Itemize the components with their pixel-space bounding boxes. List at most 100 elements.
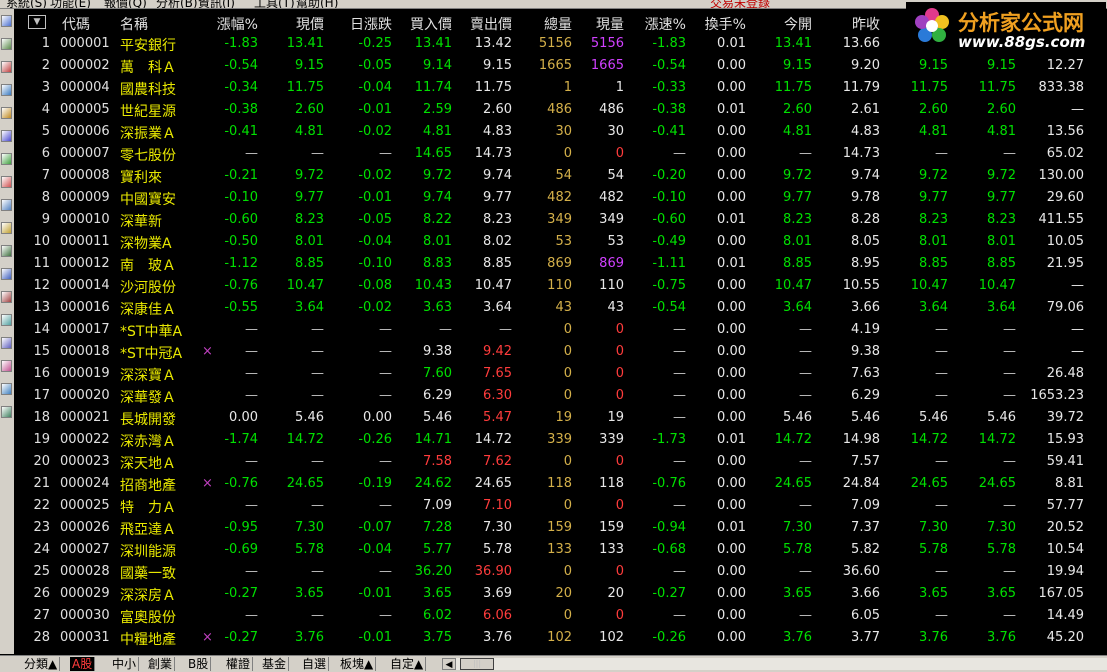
extra-value: 14.49 [1046, 608, 1084, 623]
table-row[interactable]: 19 000022 深赤灣Ａ -1.74 14.72 -0.26 14.71 14.72 339… [16, 429, 1107, 451]
col-current-volume[interactable]: 現量 [574, 14, 624, 34]
menu-item[interactable]: 資訊(I) [198, 0, 235, 8]
col-day-change[interactable]: 日漲跌 [326, 14, 392, 34]
left-toolbar [0, 9, 14, 654]
tab-market-9[interactable]: 自定▲ [388, 657, 427, 671]
menu-item[interactable]: 功能(E) [50, 0, 91, 8]
current-volume: 19 [607, 410, 624, 425]
stock-name: 深物業A [120, 236, 172, 252]
table-row[interactable]: 23 000026 飛亞達Ａ -0.95 7.30 -0.07 7.28 7.30 159 159… [16, 517, 1107, 539]
col-turnover[interactable]: 換手% [688, 14, 746, 34]
toolbar-tool-icon[interactable] [1, 245, 12, 257]
menu-item[interactable]: 工具(T) [254, 0, 295, 8]
tab-market-0[interactable]: 分類▲ [22, 657, 61, 671]
tab-market-8[interactable]: 板塊▲ [338, 657, 377, 671]
table-row[interactable]: 15 000018 *ST中冠A × — — —9.38 9.42 0 0—0.00—9.38— —… [16, 341, 1107, 363]
toolbar-tool-icon[interactable] [1, 15, 12, 27]
turnover-pct: 0.00 [717, 586, 746, 601]
table-row[interactable]: 2 000002 萬 科Ａ -0.54 9.15 -0.05 9.14 9.15 1665 166… [16, 55, 1107, 77]
toolbar-tool-icon[interactable] [1, 107, 12, 119]
trade-login-status[interactable]: 交易未登錄 [710, 0, 770, 8]
col-name[interactable]: 名稱 [120, 14, 148, 34]
table-row[interactable]: 4 000005 世紀星源 -0.38 2.60 -0.01 2.59 2.60 486 486 -… [16, 99, 1107, 121]
table-header: ▼ 代碼 名稱 漲幅% 現價 日漲跌 買入價 賣出價 總量 現量 漲速% 換手%… [16, 11, 1107, 33]
horizontal-scrollbar[interactable] [456, 658, 1107, 670]
row-seq: 24 [33, 542, 50, 557]
stock-name: 國藥一致 [120, 566, 176, 582]
stock-code: 000007 [60, 146, 110, 161]
tab-market-1[interactable]: A股 [70, 657, 96, 671]
table-row[interactable]: 25 000028 國藥一致 — — — 36.20 36.90 0 0 — 0.00 — 36.60 — —… [16, 561, 1107, 583]
table-row[interactable]: 22 000025 特 力Ａ — — — 7.09 7.10 0 0 — 0.00 — 7.09 — — 57.… [16, 495, 1107, 517]
table-row[interactable]: 9 000010 深華新 -0.60 8.23 -0.05 8.22 8.23 349 349 -0… [16, 209, 1107, 231]
table-row[interactable]: 7 000008 寶利來 -0.21 9.72 -0.02 9.72 9.74 54 54 -0.2… [16, 165, 1107, 187]
table-row[interactable]: 11 000012 南 玻Ａ -1.12 8.85 -0.10 8.83 8.85 869 869… [16, 253, 1107, 275]
menu-item[interactable]: 分析(B) [156, 0, 198, 8]
table-row[interactable]: 20 000023 深天地Ａ — — — 7.58 7.62 0 0 — 0.00 — 7.57 — — 59.… [16, 451, 1107, 473]
table-row[interactable]: 5 000006 深振業Ａ -0.41 4.81 -0.02 4.81 4.83 30 30 -0.… [16, 121, 1107, 143]
tab-market-2[interactable]: 中小 [110, 657, 140, 671]
col-ask[interactable]: 賣出價 [452, 14, 512, 34]
toolbar-tool-icon[interactable] [1, 84, 12, 96]
tab-market-4[interactable]: B股 [186, 657, 212, 671]
toolbar-tool-icon[interactable] [1, 130, 12, 142]
table-row[interactable]: 26 000029 深深房Ａ -0.27 3.65 -0.01 3.65 3.69 20 20 -0… [16, 583, 1107, 605]
menu-item[interactable]: 報價(Q) [104, 0, 147, 8]
col-volume[interactable]: 總量 [516, 14, 572, 34]
open-price: 7.30 [783, 520, 812, 535]
table-row[interactable]: 8 000009 中國寶安 -0.10 9.77 -0.01 9.74 9.77 482 482 -… [16, 187, 1107, 209]
sort-dropdown-icon[interactable]: ▼ [28, 15, 46, 29]
toolbar-tool-icon[interactable] [1, 153, 12, 165]
toolbar-tool-icon[interactable] [1, 406, 12, 418]
toolbar-tool-icon[interactable] [1, 383, 12, 395]
toolbar-tool-icon[interactable] [1, 268, 12, 280]
toolbar-tool-icon[interactable] [1, 61, 12, 73]
toolbar-tool-icon[interactable] [1, 38, 12, 50]
turnover-pct: 0.00 [717, 366, 746, 381]
toolbar-tool-icon[interactable] [1, 199, 12, 211]
table-row[interactable]: 28 000031 中糧地產 × -0.27 3.76 -0.01 3.75 3.76 102 10… [16, 627, 1107, 649]
menu-item[interactable]: 系統(S) [6, 0, 47, 8]
tab-market-6[interactable]: 基金 [260, 657, 290, 671]
scroll-left-icon[interactable]: ◀ [442, 658, 456, 670]
toolbar-tool-icon[interactable] [1, 360, 12, 372]
table-row[interactable]: 18 000021 長城開發 0.00 5.46 0.00 5.46 5.47 19 19 — 0.0… [16, 407, 1107, 429]
table-row[interactable]: 3 000004 國農科技 -0.34 11.75 -0.04 11.74 11.75 1 1 -0… [16, 77, 1107, 99]
high-price: 10.47 [910, 278, 948, 293]
table-row[interactable]: 12 000014 沙河股份 -0.76 10.47 -0.08 10.43 10.47 110… [16, 275, 1107, 297]
table-row[interactable]: 21 000024 招商地產 × -0.76 24.65 -0.19 24.62 24.65 11… [16, 473, 1107, 495]
high-price: 4.81 [919, 124, 948, 139]
day-change: -0.01 [358, 586, 392, 601]
col-speed[interactable]: 漲速% [626, 14, 686, 34]
col-code[interactable]: 代碼 [62, 14, 90, 34]
tab-market-3[interactable]: 創業 [146, 657, 176, 671]
table-row[interactable]: 16 000019 深深寶Ａ — — — 7.60 7.65 0 0 — 0.00 — 7.63 — — 26.… [16, 363, 1107, 385]
table-row[interactable]: 6 000007 零七股份 — — — 14.65 14.73 0 0 — 0.00 — 14.73 — — 6… [16, 143, 1107, 165]
toolbar-tool-icon[interactable] [1, 222, 12, 234]
table-row[interactable]: 1 000001 平安銀行 -1.83 13.41 -0.25 13.41 13.42 5156… [16, 33, 1107, 55]
table-row[interactable]: 14 000017 *ST中華A — — — — — 0 0 — 0.00 — 4.19 — — — [16, 319, 1107, 341]
table-row[interactable]: 10 000011 深物業A -0.50 8.01 -0.04 8.01 8.02 53 53 -0… [16, 231, 1107, 253]
tab-market-5[interactable]: 權證 [224, 657, 254, 671]
toolbar-tool-icon[interactable] [1, 337, 12, 349]
col-open[interactable]: 今開 [750, 14, 812, 34]
speed-pct: -1.83 [652, 36, 686, 51]
speed-pct: — [673, 454, 686, 469]
toolbar-tool-icon[interactable] [1, 314, 12, 326]
scroll-thumb[interactable]: ||| [460, 658, 494, 670]
toolbar-tool-icon[interactable] [1, 291, 12, 303]
menu-item[interactable]: 幫助(H) [296, 0, 338, 8]
bid-price: 10.43 [414, 278, 452, 293]
toolbar-tool-icon[interactable] [1, 176, 12, 188]
prev-close: 14.73 [842, 146, 880, 161]
table-row[interactable]: 17 000020 深華發Ａ — — — 6.29 6.30 0 0 — 0.00 — 6.29 — — 165… [16, 385, 1107, 407]
col-prev-close[interactable]: 昨收 [816, 14, 880, 34]
col-change-pct[interactable]: 漲幅% [200, 14, 258, 34]
table-row[interactable]: 27 000030 富奧股份 — — — 6.02 6.06 0 0 — 0.00 — 6.05 — — 14.… [16, 605, 1107, 627]
table-row[interactable]: 13 000016 深康佳Ａ -0.55 3.64 -0.02 3.63 3.64 43 43 -0… [16, 297, 1107, 319]
tab-market-7[interactable]: 自選 [300, 657, 330, 671]
high-price: — [935, 608, 948, 623]
col-price[interactable]: 現價 [260, 14, 324, 34]
table-row[interactable]: 24 000027 深圳能源 -0.69 5.78 -0.04 5.77 5.78 133 133… [16, 539, 1107, 561]
col-bid[interactable]: 買入價 [392, 14, 452, 34]
